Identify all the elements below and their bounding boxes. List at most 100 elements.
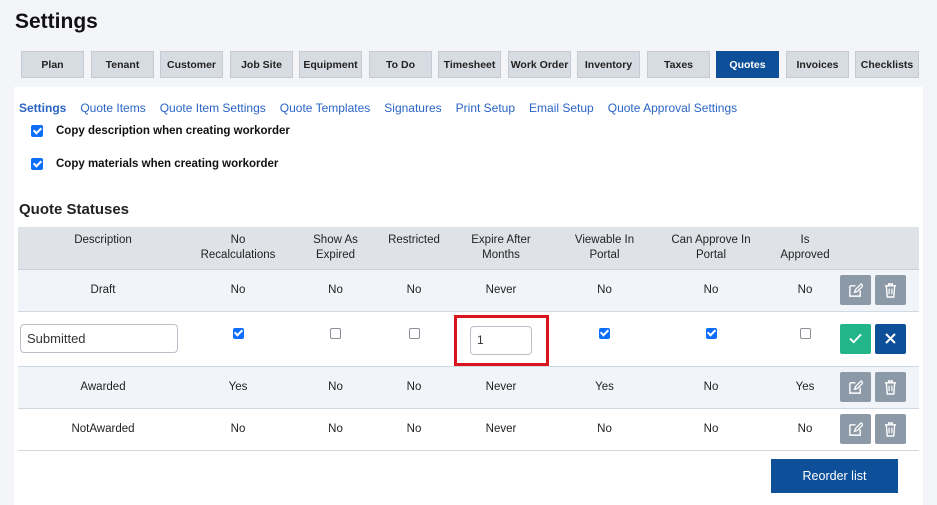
tab-invoices[interactable]: Invoices [786, 51, 849, 78]
no-recalculations-value: No [188, 408, 288, 451]
col-restricted: Restricted [383, 227, 445, 270]
copy-materials-label: Copy materials when creating workorder [56, 158, 279, 170]
table-row: Awarded Yes No No Never Yes No Yes [18, 366, 919, 409]
edit-icon [849, 421, 863, 436]
restricted-checkbox[interactable] [408, 327, 420, 339]
quote-statuses-title: Quote Statuses [19, 201, 130, 218]
viewable-in-portal-value: No [557, 408, 652, 451]
show-as-expired-value: No [288, 269, 383, 312]
viewable-in-portal-value: Yes [557, 366, 652, 409]
tab-customer[interactable]: Customer [160, 51, 223, 78]
subtab-quote-approval-settings[interactable]: Quote Approval Settings [608, 101, 737, 115]
no-recalculations-value: No [188, 269, 288, 312]
close-icon [885, 333, 896, 344]
no-recalculations-checkbox[interactable] [232, 327, 244, 339]
col-viewable-in-portal: Viewable In Portal [557, 227, 652, 270]
subtab-print-setup[interactable]: Print Setup [456, 101, 515, 115]
cancel-button[interactable] [875, 323, 907, 354]
highlight-box [453, 314, 549, 366]
quote-statuses-table: Description No Recalculations Show As Expi… [18, 227, 919, 451]
status-description-cell [18, 311, 188, 367]
row-actions [840, 269, 919, 312]
is-approved-cell [770, 311, 840, 367]
expire-after-months-input[interactable] [470, 325, 532, 355]
check-icon [849, 333, 862, 344]
tab-quotes[interactable]: Quotes [716, 51, 779, 78]
subtab-quote-items[interactable]: Quote Items [80, 101, 145, 115]
tab-equipment[interactable]: Equipment [299, 51, 362, 78]
copy-description-checkbox[interactable] [31, 125, 43, 137]
restricted-value: No [383, 366, 445, 409]
col-expire-after-months: Expire After Months [445, 227, 557, 270]
no-recalculations-value: Yes [188, 366, 288, 409]
expire-after-value: Never [445, 269, 557, 312]
can-approve-in-portal-value: No [652, 269, 770, 312]
settings-panel: Settings Quote Items Quote Item Settings… [14, 87, 923, 505]
col-show-as-expired: Show As Expired [288, 227, 383, 270]
row-actions [840, 366, 919, 409]
table-row-editing [18, 311, 919, 367]
tab-taxes[interactable]: Taxes [647, 51, 710, 78]
restricted-value: No [383, 269, 445, 312]
tab-job-site[interactable]: Job Site [230, 51, 293, 78]
edit-icon [849, 379, 863, 394]
row-actions [840, 408, 919, 451]
show-as-expired-value: No [288, 366, 383, 409]
viewable-in-portal-value: No [557, 269, 652, 312]
viewable-in-portal-cell [557, 311, 652, 367]
table-row: Draft No No No Never No No No [18, 269, 919, 312]
tab-plan[interactable]: Plan [21, 51, 84, 78]
restricted-cell [383, 311, 445, 367]
is-approved-checkbox[interactable] [799, 327, 811, 339]
subtab-email-setup[interactable]: Email Setup [529, 101, 594, 115]
save-button[interactable] [840, 323, 871, 354]
col-description: Description [18, 227, 188, 270]
can-approve-in-portal-checkbox[interactable] [705, 327, 717, 339]
no-recalculations-cell [188, 311, 288, 367]
tab-to-do[interactable]: To Do [369, 51, 432, 78]
trash-icon [885, 421, 897, 437]
viewable-in-portal-checkbox[interactable] [599, 327, 610, 339]
subtab-quote-item-settings[interactable]: Quote Item Settings [160, 101, 266, 115]
copy-description-label: Copy description when creating workorder [56, 125, 290, 137]
table-row: NotAwarded No No No Never No No No [18, 408, 919, 451]
reorder-list-button[interactable]: Reorder list [771, 459, 898, 493]
copy-materials-checkbox[interactable] [31, 158, 43, 170]
trash-icon [885, 282, 897, 298]
status-description: NotAwarded [18, 408, 188, 451]
row-actions [840, 311, 919, 367]
show-as-expired-checkbox[interactable] [330, 327, 341, 339]
edit-icon [849, 282, 863, 297]
expire-after-value: Never [445, 408, 557, 451]
edit-button[interactable] [840, 414, 871, 444]
subtab-signatures[interactable]: Signatures [384, 101, 441, 115]
delete-button[interactable] [875, 372, 907, 402]
delete-button[interactable] [875, 275, 907, 305]
col-actions [840, 227, 919, 270]
edit-button[interactable] [840, 275, 871, 305]
col-can-approve-in-portal: Can Approve In Portal [652, 227, 770, 270]
can-approve-in-portal-value: No [652, 408, 770, 451]
edit-button[interactable] [840, 372, 871, 402]
subtab-settings[interactable]: Settings [19, 101, 66, 115]
restricted-value: No [383, 408, 445, 451]
subtab-quote-templates[interactable]: Quote Templates [280, 101, 371, 115]
tab-timesheet[interactable]: Timesheet [438, 51, 501, 78]
tab-work-order[interactable]: Work Order [508, 51, 571, 78]
col-is-approved: Is Approved [770, 227, 840, 270]
page-title: Settings [15, 10, 98, 33]
sub-tab-bar: Settings Quote Items Quote Item Settings… [19, 101, 737, 115]
tab-checklists[interactable]: Checklists [855, 51, 919, 78]
status-description-input[interactable] [20, 324, 178, 353]
delete-button[interactable] [875, 414, 907, 444]
trash-icon [885, 379, 897, 395]
copy-description-option: Copy description when creating workorder [31, 125, 290, 137]
status-description: Awarded [18, 366, 188, 409]
tab-tenant[interactable]: Tenant [91, 51, 154, 78]
copy-materials-option: Copy materials when creating workorder [31, 158, 278, 170]
status-description: Draft [18, 269, 188, 312]
is-approved-value: No [770, 408, 840, 451]
tab-inventory[interactable]: Inventory [577, 51, 640, 78]
show-as-expired-value: No [288, 408, 383, 451]
can-approve-in-portal-value: No [652, 366, 770, 409]
